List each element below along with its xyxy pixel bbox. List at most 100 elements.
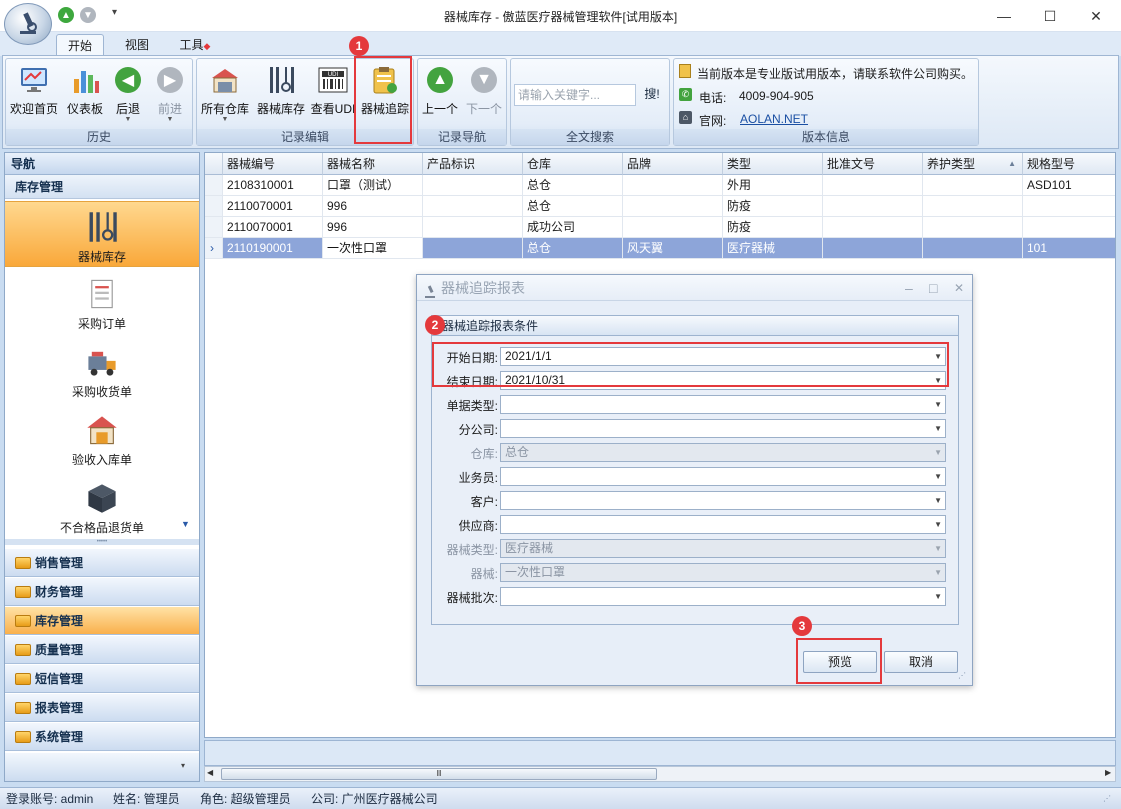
forward-dropdown-icon[interactable]: ▼ xyxy=(151,116,189,123)
resize-grip-icon[interactable]: ⋰ xyxy=(1103,788,1111,809)
scroll-right-icon[interactable]: ▶ xyxy=(1105,768,1111,777)
nav-group-system[interactable]: 系统管理 xyxy=(5,723,199,751)
nav-group-inventory[interactable]: 库存管理 xyxy=(5,607,199,635)
chevron-down-icon[interactable]: ▼ xyxy=(934,588,942,605)
site-link[interactable]: AOLAN.NET xyxy=(740,112,808,126)
chevron-down-icon[interactable]: ▼ xyxy=(934,372,942,389)
group-caption-version: 版本信息 xyxy=(674,129,978,145)
previous-button[interactable]: ▲ 上一个 xyxy=(419,62,461,124)
chevron-down-icon[interactable]: ▼ xyxy=(934,492,942,509)
minimize-button[interactable]: — xyxy=(981,0,1027,32)
nav-item-purchase-receipt[interactable]: 采购收货单 xyxy=(5,337,199,403)
dialog-maximize-button[interactable]: □ xyxy=(929,275,937,301)
window-title: 器械库存 - 傲蓝医疗器械管理软件[试用版本] xyxy=(443,10,678,24)
search-input[interactable]: 请输入关键字... xyxy=(514,84,636,106)
nav-group-quality[interactable]: 质量管理 xyxy=(5,636,199,664)
instrument-tracking-button[interactable]: 器械追踪 xyxy=(358,62,412,124)
row-indicator-icon[interactable]: › xyxy=(205,238,223,259)
column-header[interactable]: 规格型号 xyxy=(1023,153,1115,175)
row-header[interactable] xyxy=(205,175,223,196)
cell-name-focused[interactable]: 一次性口罩 xyxy=(323,238,423,259)
column-header[interactable]: 品牌 xyxy=(623,153,723,175)
cancel-button[interactable]: 取消 xyxy=(884,651,958,673)
chevron-down-icon[interactable]: ▼ xyxy=(934,348,942,365)
branch-select[interactable]: ▼ xyxy=(500,419,946,438)
back-dropdown-icon[interactable]: ▼ xyxy=(109,116,147,123)
cell-brand: 风天翼 xyxy=(623,238,723,259)
table-row[interactable]: 2110070001 996 成功公司 防疫 xyxy=(205,217,1115,238)
next-button[interactable]: ▼ 下一个 xyxy=(463,62,505,124)
maximize-button[interactable]: ☐ xyxy=(1027,0,1073,32)
cell-maintenance xyxy=(923,217,1023,238)
customer-select[interactable]: ▼ xyxy=(500,491,946,510)
row-header[interactable] xyxy=(205,196,223,217)
view-udi-button[interactable]: UDI 查看UDI xyxy=(310,62,356,124)
row-header[interactable] xyxy=(205,217,223,238)
app-logo-icon[interactable] xyxy=(4,3,52,45)
scroll-left-icon[interactable]: ◀ xyxy=(207,768,213,777)
nav-footer-menu-icon[interactable]: ▾ xyxy=(181,761,185,770)
dialog-resize-grip-icon[interactable]: ⋰ xyxy=(958,671,966,680)
nav-item-purchase-order[interactable]: 采购订单 xyxy=(5,269,199,335)
chevron-down-icon[interactable]: ▼ xyxy=(934,468,942,485)
chevron-down-icon[interactable]: ▼ xyxy=(934,420,942,437)
chevron-down-icon[interactable]: ▼ xyxy=(934,396,942,413)
nav-group-reports[interactable]: 报表管理 xyxy=(5,694,199,722)
dialog-minimize-button[interactable]: – xyxy=(905,275,913,301)
table-row-selected[interactable]: › 2110190001 一次性口罩 总仓 风天翼 医疗器械 101 xyxy=(205,238,1115,259)
all-warehouses-button[interactable]: 所有仓库 ▼ xyxy=(198,62,252,124)
truck-icon xyxy=(85,345,119,379)
dialog-close-button[interactable]: ✕ xyxy=(954,275,964,301)
cell-warehouse: 总仓 xyxy=(523,196,623,217)
back-arrow-icon: ◀ xyxy=(112,64,144,96)
tab-view[interactable]: 视图 xyxy=(114,34,160,56)
tab-tools[interactable]: 工具◆ xyxy=(172,34,218,56)
nav-group-sms[interactable]: 短信管理 xyxy=(5,665,199,693)
column-header[interactable]: 器械编号 xyxy=(223,153,323,175)
column-header[interactable]: 仓库 xyxy=(523,153,623,175)
horizontal-scrollbar[interactable]: ◀ Ⅲ ▶ xyxy=(204,766,1116,782)
close-button[interactable]: ✕ xyxy=(1073,0,1119,32)
dialog-title-bar[interactable]: 器械追踪报表 – □ ✕ xyxy=(417,275,972,301)
instrument-label: 器械: xyxy=(470,567,498,581)
doc-type-label: 单据类型: xyxy=(446,399,498,413)
column-header[interactable]: 批准文号 xyxy=(823,153,923,175)
cell-spec: 101 xyxy=(1023,238,1115,259)
table-row[interactable]: 2110070001 996 总仓 防疫 xyxy=(205,196,1115,217)
doc-type-select[interactable]: ▼ xyxy=(500,395,946,414)
sort-ascending-icon: ▲ xyxy=(1008,159,1016,168)
nav-item-return[interactable]: 不合格品退货单 xyxy=(5,473,199,539)
nav-group-sales[interactable]: 销售管理 xyxy=(5,549,199,577)
search-button[interactable]: 搜! xyxy=(638,84,666,106)
chevron-down-icon[interactable]: ▼ xyxy=(934,516,942,533)
tab-home[interactable]: 开始 xyxy=(56,34,104,56)
end-date-picker[interactable]: 2021/10/31 ▼ xyxy=(500,371,946,390)
preview-button[interactable]: 预览 xyxy=(803,651,877,673)
column-header[interactable]: 养护类型 ▲ xyxy=(923,153,1023,175)
forward-button[interactable]: ▶ 前进 ▼ xyxy=(151,62,189,124)
instrument-stock-button[interactable]: 器械库存 xyxy=(254,62,308,124)
cell-type: 防疫 xyxy=(723,217,823,238)
all-warehouses-dropdown-icon[interactable]: ▼ xyxy=(198,116,252,123)
column-header[interactable]: 类型 xyxy=(723,153,823,175)
nav-item-acceptance[interactable]: 验收入库单 xyxy=(5,405,199,471)
dashboard-button[interactable]: 仪表板 xyxy=(63,62,107,124)
start-date-picker[interactable]: 2021/1/1 ▼ xyxy=(500,347,946,366)
batch-select[interactable]: ▼ xyxy=(500,587,946,606)
cell-maintenance xyxy=(923,196,1023,217)
table-row[interactable]: 2108310001 口罩（测试） 总仓 外用 ASD101 xyxy=(205,175,1115,196)
scroll-thumb[interactable]: Ⅲ xyxy=(221,768,657,780)
supplier-select[interactable]: ▼ xyxy=(500,515,946,534)
column-header[interactable]: 产品标识 xyxy=(423,153,523,175)
nav-group-finance[interactable]: 财务管理 xyxy=(5,578,199,606)
nav-item-instrument-stock[interactable]: 器械库存 xyxy=(5,201,199,267)
column-header[interactable]: 器械名称 xyxy=(323,153,423,175)
salesperson-select[interactable]: ▼ xyxy=(500,467,946,486)
nav-splitter[interactable]: ••••• xyxy=(5,539,199,545)
back-button[interactable]: ◀ 后退 ▼ xyxy=(109,62,147,124)
nav-scroll-down-icon[interactable]: ▼ xyxy=(181,519,190,529)
nav-header: 导航 xyxy=(5,153,199,175)
welcome-button[interactable]: 欢迎首页 xyxy=(7,62,61,124)
instrument-tracking-label: 器械追踪 xyxy=(360,102,409,116)
previous-label: 上一个 xyxy=(421,102,458,116)
